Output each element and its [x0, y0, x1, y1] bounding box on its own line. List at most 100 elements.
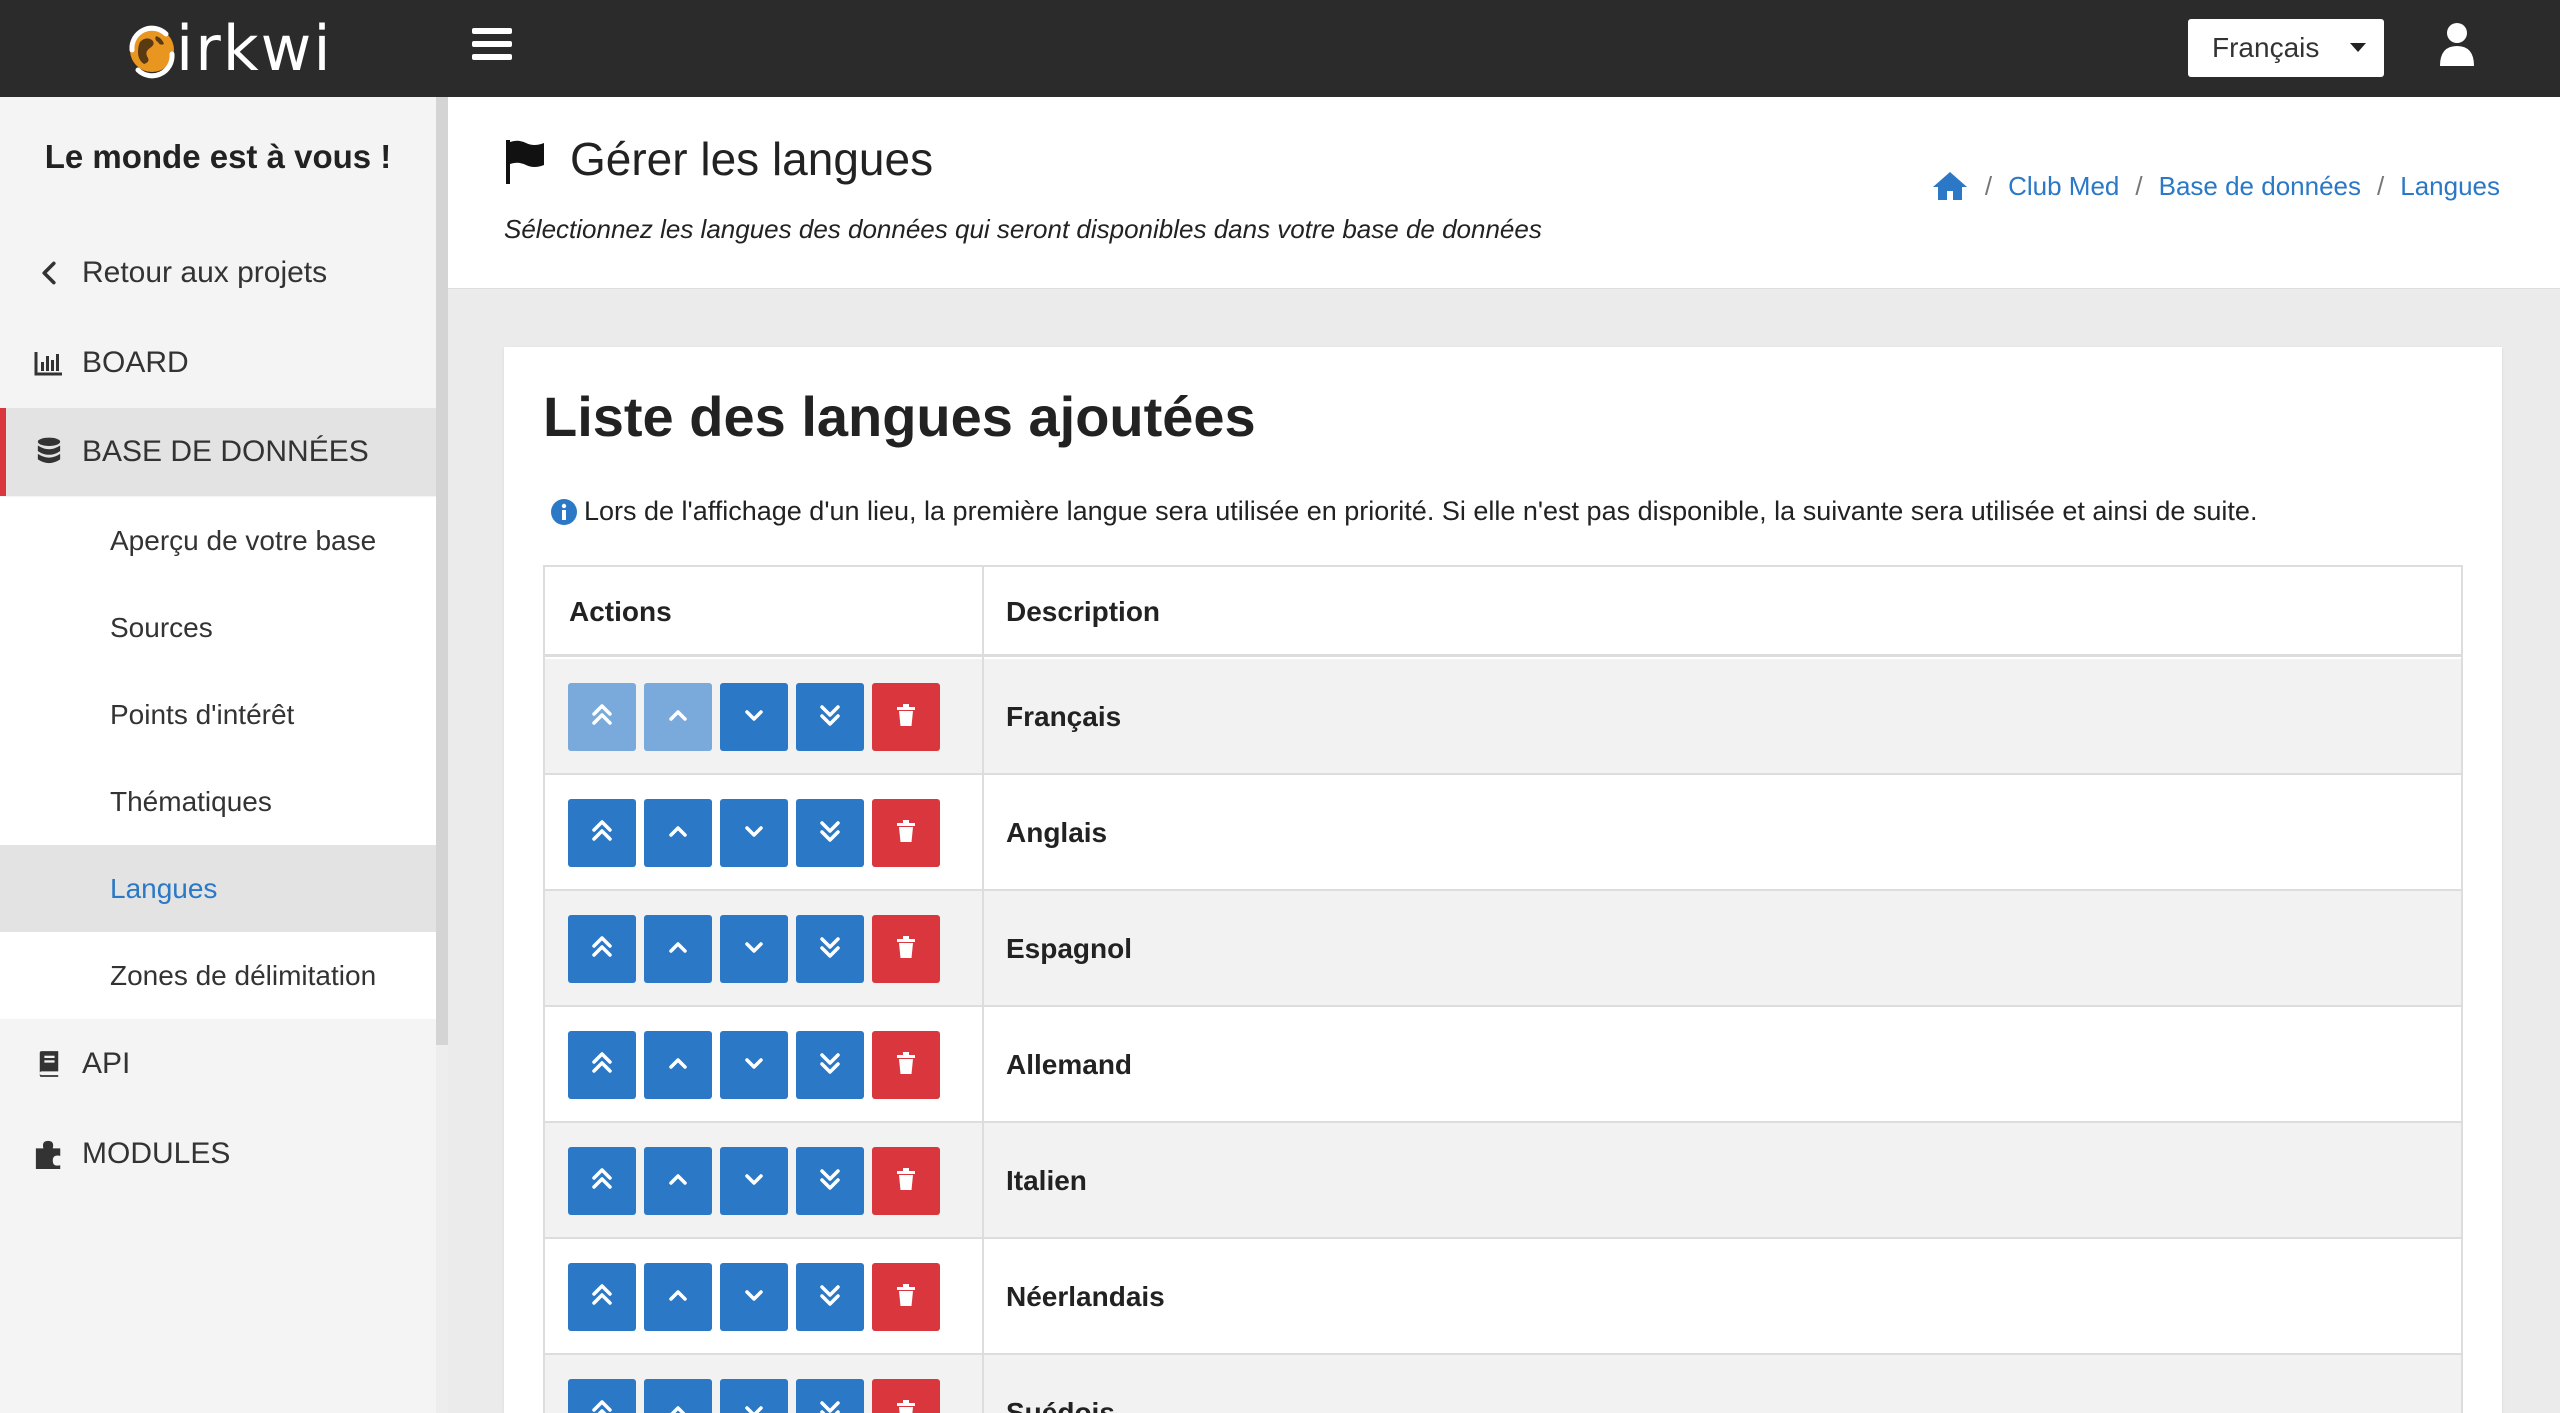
logo-text: irkwi [176, 11, 333, 85]
row-actions [568, 1031, 948, 1099]
move-top-button[interactable] [568, 799, 636, 867]
column-header-description: Description [1006, 596, 1161, 627]
database-icon [32, 435, 66, 469]
row-actions [568, 1379, 948, 1413]
trash-icon [892, 1049, 920, 1082]
column-header-actions: Actions [569, 596, 672, 627]
move-bottom-button[interactable] [796, 1147, 864, 1215]
sidebar-item-database[interactable]: BASE DE DONNÉES [0, 408, 436, 496]
move-up-button[interactable] [644, 799, 712, 867]
sidebar-item-api[interactable]: API [0, 1020, 436, 1108]
move-down-button[interactable] [720, 1379, 788, 1413]
move-bottom-button[interactable] [796, 1031, 864, 1099]
globe-logo-icon [129, 25, 175, 79]
delete-button[interactable] [872, 1379, 940, 1413]
info-icon [551, 498, 577, 525]
chevron-down-icon [740, 817, 768, 850]
move-top-button[interactable] [568, 1147, 636, 1215]
user-icon[interactable] [2438, 22, 2476, 66]
language-name: Allemand [1006, 1049, 1133, 1080]
flag-icon [506, 140, 544, 184]
home-icon[interactable] [1931, 170, 1969, 202]
sidebar-item-modules[interactable]: MODULES [0, 1110, 436, 1198]
delete-button[interactable] [872, 799, 940, 867]
chevron-down-icon [740, 1165, 768, 1198]
language-select-value: Français [2212, 32, 2320, 63]
move-up-button[interactable] [644, 683, 712, 751]
move-top-button[interactable] [568, 683, 636, 751]
breadcrumb-database[interactable]: Base de données [2159, 171, 2361, 202]
caret-down-icon [2350, 43, 2366, 52]
row-actions [568, 915, 948, 983]
table-row: Néerlandais [545, 1239, 2461, 1355]
double-chevron-down-icon [816, 933, 844, 966]
sidebar-subitem-sources[interactable]: Sources [0, 584, 436, 671]
double-chevron-up-icon [588, 1049, 616, 1082]
sidebar-subitem-themes[interactable]: Thématiques [0, 758, 436, 845]
chevron-up-icon [664, 701, 692, 734]
double-chevron-down-icon [816, 1165, 844, 1198]
move-down-button[interactable] [720, 683, 788, 751]
move-top-button[interactable] [568, 915, 636, 983]
move-down-button[interactable] [720, 1147, 788, 1215]
double-chevron-down-icon [816, 1397, 844, 1413]
cirkwi-logo[interactable]: irkwi [122, 11, 333, 85]
info-text: Lors de l'affichage d'un lieu, la premiè… [584, 496, 2258, 526]
menu-toggle-icon[interactable] [472, 28, 512, 64]
table-row: Espagnol [545, 891, 2461, 1007]
move-up-button[interactable] [644, 1147, 712, 1215]
delete-button[interactable] [872, 683, 940, 751]
breadcrumb-club-med[interactable]: Club Med [2008, 171, 2119, 202]
chevron-down-icon [740, 1397, 768, 1413]
column-divider [982, 567, 984, 1413]
move-bottom-button[interactable] [796, 799, 864, 867]
move-up-button[interactable] [644, 1263, 712, 1331]
move-down-button[interactable] [720, 799, 788, 867]
sidebar-scrollbar[interactable] [436, 97, 448, 1045]
move-down-button[interactable] [720, 915, 788, 983]
move-top-button[interactable] [568, 1031, 636, 1099]
move-bottom-button[interactable] [796, 915, 864, 983]
sidebar-subitem-zones[interactable]: Zones de délimitation [0, 932, 436, 1019]
move-up-button[interactable] [644, 915, 712, 983]
trash-icon [892, 701, 920, 734]
page-subtitle: Sélectionnez les langues des données qui… [504, 214, 1542, 244]
delete-button[interactable] [872, 1031, 940, 1099]
move-top-button[interactable] [568, 1263, 636, 1331]
sidebar-item-board[interactable]: BOARD [0, 319, 436, 407]
trash-icon [892, 817, 920, 850]
row-actions [568, 683, 948, 751]
sidebar-tagline: Le monde est à vous ! [44, 138, 392, 175]
move-bottom-button[interactable] [796, 1379, 864, 1413]
double-chevron-up-icon [588, 701, 616, 734]
breadcrumb-languages[interactable]: Langues [2400, 171, 2500, 202]
sidebar-subitem-overview[interactable]: Aperçu de votre base [0, 497, 436, 584]
top-bar: irkwi Français [0, 0, 2560, 97]
bar-chart-icon [32, 346, 66, 380]
table-row: Anglais [545, 775, 2461, 891]
move-down-button[interactable] [720, 1263, 788, 1331]
move-bottom-button[interactable] [796, 683, 864, 751]
move-bottom-button[interactable] [796, 1263, 864, 1331]
chevron-left-icon [32, 256, 66, 290]
move-top-button[interactable] [568, 1379, 636, 1413]
sidebar-subitem-languages[interactable]: Langues [0, 845, 436, 932]
move-down-button[interactable] [720, 1031, 788, 1099]
table-row: Italien [545, 1123, 2461, 1239]
breadcrumb: / Club Med / Base de données / Langues [1931, 170, 2500, 202]
language-name: Suédois [1006, 1397, 1115, 1413]
active-indicator [0, 408, 6, 496]
sidebar-subitem-poi[interactable]: Points d'intérêt [0, 671, 436, 758]
delete-button[interactable] [872, 915, 940, 983]
delete-button[interactable] [872, 1263, 940, 1331]
sidebar-item-back-to-projects[interactable]: Retour aux projets [0, 229, 436, 317]
card-title: Liste des langues ajoutées [543, 385, 1256, 448]
delete-button[interactable] [872, 1147, 940, 1215]
sidebar-item-label: BASE DE DONNÉES [82, 435, 369, 468]
language-name: Anglais [1006, 817, 1108, 848]
breadcrumb-separator: / [2377, 170, 2385, 201]
sidebar-item-label: API [82, 1047, 131, 1080]
move-up-button[interactable] [644, 1031, 712, 1099]
move-up-button[interactable] [644, 1379, 712, 1413]
language-select[interactable]: Français [2188, 19, 2384, 77]
